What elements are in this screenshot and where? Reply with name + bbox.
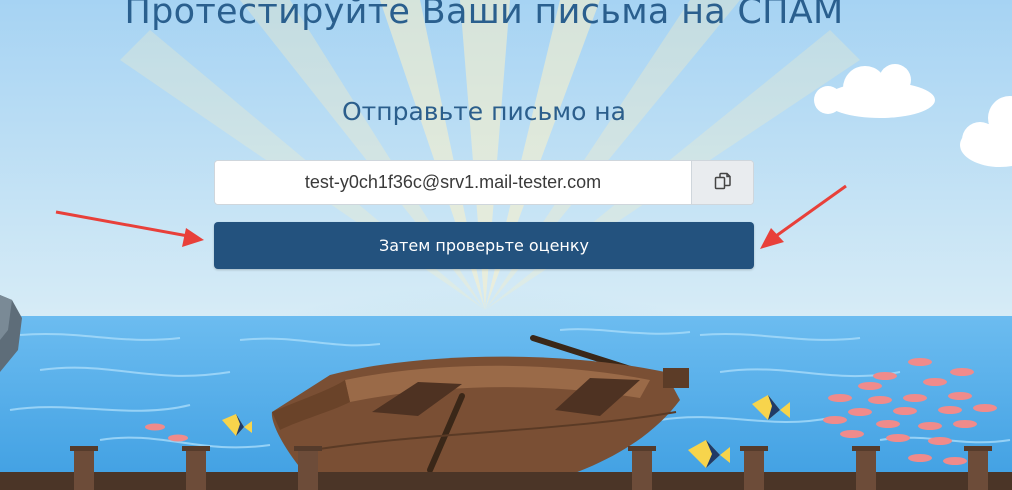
copy-icon — [713, 171, 733, 195]
email-address-group — [214, 160, 754, 205]
send-to-label: Отправьте письмо на — [342, 97, 626, 126]
check-score-button[interactable]: Затем проверьте оценку — [214, 222, 754, 269]
page-title: Протестируйте Ваши письма на СПАМ — [124, 0, 844, 32]
copy-button[interactable] — [691, 161, 753, 204]
email-address-field[interactable] — [215, 161, 691, 204]
